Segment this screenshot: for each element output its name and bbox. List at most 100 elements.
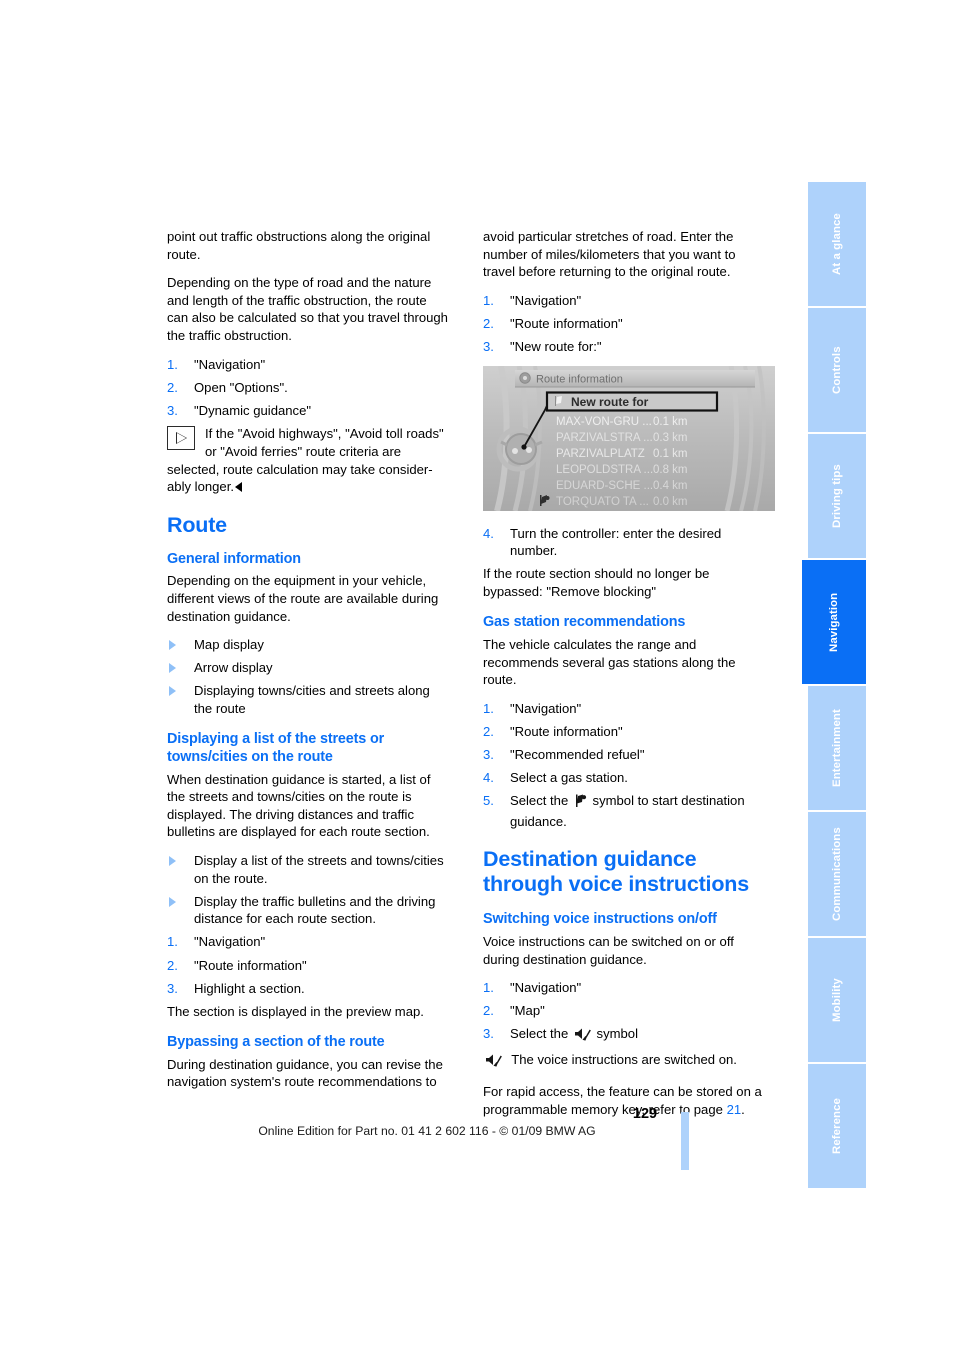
list-item: 5. Select the symbol to start destinatio… (483, 792, 767, 830)
bullet-text: Display the traffic bulletins and the dr… (194, 893, 436, 927)
right-text-column: avoid particular stretches of road. Ente… (483, 228, 775, 1129)
paragraph-continued-2: Depending on the type of road and the na… (167, 275, 448, 343)
voice-status-text: The voice instructions are switched on. (511, 1052, 737, 1068)
screen-row-name: PARZIVALPLATZ (556, 448, 645, 460)
heading-displaying-list: Displaying a list of the streets or town… (167, 731, 451, 766)
flag-icon (574, 794, 587, 813)
screen-title: Route information (536, 373, 623, 385)
list-item: 3. Highlight a section. (167, 980, 451, 998)
step-number: 4. (483, 770, 494, 786)
sidebar-item-label: Navigation (828, 592, 840, 652)
list-item: 1. "Navigation" (483, 979, 767, 997)
screen-row-distance: 0.0 km (653, 496, 688, 508)
sidebar-item-label: Controls (831, 346, 843, 394)
step-text: "Route information" (510, 315, 623, 331)
list-item: Arrow display (167, 659, 451, 677)
list-item: Display the traffic bulletins and the dr… (167, 893, 451, 928)
screen-row-name: EDUARD-SCHE ... (556, 480, 653, 492)
note-end-marker-icon (234, 482, 242, 493)
displaying-list-bullets: Display a list of the streets and towns/… (167, 852, 451, 928)
list-item: 1. "Navigation" (167, 933, 451, 951)
section-title-destination-guidance: Destination guidance through voice instr… (483, 847, 767, 897)
sidebar-item-label: Driving tips (831, 464, 843, 528)
heading-line-2: towns/cities on the route (167, 749, 333, 766)
list-item: 1. "Navigation" (167, 356, 451, 374)
sidebar-item-navigation[interactable]: Navigation (802, 560, 866, 684)
paragraph-continued-1: point out traffic obstructions along the… (167, 229, 431, 262)
step-text: Open "Options". (194, 379, 288, 395)
footer-note: Online Edition for Part no. 01 41 2 602 … (258, 1124, 596, 1138)
triangle-bullet-icon (169, 640, 176, 651)
voice-instructions-paragraph: Voice instructions can be switched on or… (483, 933, 734, 967)
sidebar-item-controls[interactable]: Controls (808, 308, 866, 432)
step-text: Select a gas station. (510, 770, 628, 786)
step-text: "Navigation" (510, 292, 582, 308)
footer-accent-bar (681, 1112, 689, 1170)
step-text: Turn the controller: enter the desired n… (510, 525, 722, 559)
step-number: 2. (483, 315, 494, 331)
note-line-final: ably longer. (167, 478, 451, 496)
dynamic-guidance-steps: 1. "Navigation" 2. Open "Options". 3. "D… (167, 356, 451, 420)
turn-controller-step: 4. Turn the controller: enter the desire… (483, 525, 767, 560)
general-information-bullets: Map display Arrow display Displaying tow… (167, 636, 451, 717)
bypassing-continued-paragraph: avoid particular stretches of road. Ente… (483, 229, 736, 280)
step-number: 2. (483, 723, 494, 739)
step-text: "Map" (510, 1003, 545, 1019)
voice-instruction-steps: 1. "Navigation" 2. "Map" 3. Select the s… (483, 979, 767, 1046)
step-text: "Navigation" (194, 934, 266, 950)
step-number: 1. (483, 700, 494, 716)
list-item: 1. "Navigation" (483, 292, 767, 310)
step-number: 2. (483, 1003, 494, 1019)
sidebar-item-mobility[interactable]: Mobility (808, 938, 866, 1062)
title-line-1: Destination guidance (483, 847, 697, 872)
step-number: 2. (167, 379, 178, 395)
sidebar-item-driving-tips[interactable]: Driving tips (808, 434, 866, 558)
note-line: or "Avoid ferries" route criteria are (205, 443, 402, 459)
step-text: "Dynamic guidance" (194, 402, 312, 418)
step-text: "Route information" (194, 957, 307, 973)
heading-gas-station-recommendations: Gas station recommendations (483, 614, 686, 631)
step-text: "New route for:" (510, 338, 602, 354)
displaying-list-paragraph: When destination guidance is started, a … (167, 771, 431, 840)
bullet-text: Arrow display (194, 660, 273, 676)
step-number: 1. (167, 356, 178, 372)
list-item: 3. "Recommended refuel" (483, 746, 767, 764)
triangle-bullet-icon (169, 663, 176, 674)
page-reference-link[interactable]: 21 (727, 1102, 742, 1117)
bypassing-steps: 1. "Navigation" 2. "Route information" 3… (483, 292, 767, 356)
note-triangle-icon (167, 426, 195, 451)
preview-map-paragraph: The section is displayed in the preview … (167, 1003, 424, 1019)
note-line: selected, route calculation may take con… (167, 461, 433, 477)
step-text: Select the symbol to start destination g… (510, 793, 745, 829)
left-text-column: point out traffic obstructions along the… (167, 228, 451, 1102)
screen-row-distance: 0.1 km (653, 416, 688, 428)
general-information-paragraph: Depending on the equipment in your vehic… (167, 573, 439, 624)
sidebar-item-label: At a glance (831, 213, 843, 275)
step-number: 4. (483, 525, 494, 541)
sidebar-item-reference[interactable]: Reference (808, 1064, 866, 1188)
heading-bypassing-section: Bypassing a section of the route (167, 1034, 385, 1051)
screen-row-distance: 0.1 km (653, 448, 688, 460)
bullet-text: Displaying towns/cities and streets alon… (194, 683, 430, 716)
list-item: Map display (167, 636, 451, 654)
sidebar-item-label: Entertainment (831, 709, 843, 787)
sidebar-item-label: Mobility (831, 978, 843, 1022)
list-item: 2. "Route information" (483, 315, 767, 333)
list-item: 2. "Map" (483, 1002, 767, 1020)
step-text: "Navigation" (510, 700, 582, 716)
list-item: 4. Select a gas station. (483, 769, 767, 787)
triangle-bullet-icon (169, 856, 176, 867)
chapter-tab-rail: At a glance Controls Driving tips Naviga… (802, 182, 866, 1188)
list-item: 2. "Route information" (167, 957, 451, 975)
sidebar-item-communications[interactable]: Communications (808, 812, 866, 936)
screen-row-distance: 0.4 km (653, 480, 688, 492)
step-text: Highlight a section. (194, 980, 305, 996)
note-block: If the "Avoid highways", "Avoid toll roa… (167, 425, 451, 495)
sidebar-item-entertainment[interactable]: Entertainment (808, 686, 866, 810)
step-text: "Navigation" (510, 980, 582, 996)
step-number: 3. (483, 747, 494, 762)
sidebar-item-at-a-glance[interactable]: At a glance (808, 182, 866, 306)
displaying-list-steps: 1. "Navigation" 2. "Route information" 3… (167, 933, 451, 997)
screen-row-name: MAX-VON-GRU ... (556, 416, 652, 428)
gas-station-steps: 1. "Navigation" 2. "Route information" 3… (483, 700, 767, 831)
